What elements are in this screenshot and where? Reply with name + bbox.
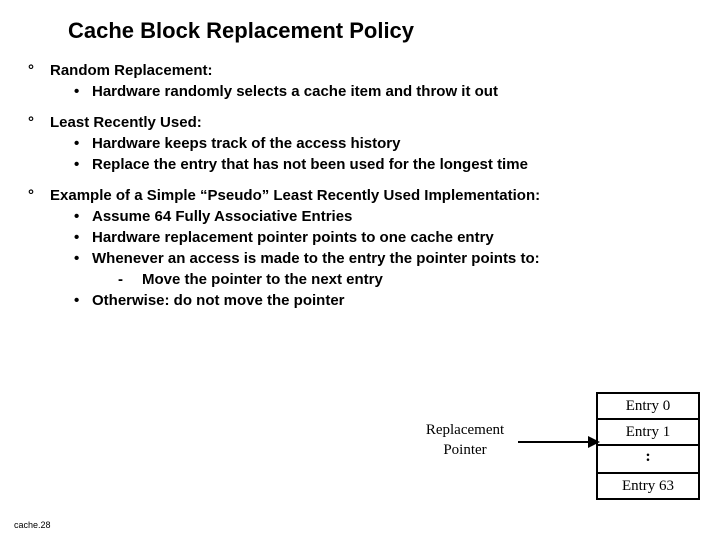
degree-icon: ° [28,62,50,79]
sub-sub-item: - Move the pointer to the next entry [118,271,692,288]
degree-icon: ° [28,114,50,131]
sub-item-text: Whenever an access is made to the entry … [92,250,540,267]
sub-item: • Hardware randomly selects a cache item… [74,83,692,100]
bullet-random-head: Random Replacement: [50,62,213,79]
pointer-diagram: Replacement Pointer Entry 0 Entry 1 : En… [370,392,700,512]
arrow-icon [518,430,600,454]
sub-item: • Whenever an access is made to the entr… [74,250,692,267]
degree-icon: ° [28,187,50,204]
bullet-dot-icon: • [74,135,92,152]
entry-table: Entry 0 Entry 1 : Entry 63 [596,392,700,500]
sub-item-text: Hardware randomly selects a cache item a… [92,83,498,100]
bullet-dot-icon: • [74,156,92,173]
sub-item-text: Hardware replacement pointer points to o… [92,229,494,246]
dash-icon: - [118,271,142,288]
bullet-dot-icon: • [74,229,92,246]
sub-item-text: Otherwise: do not move the pointer [92,292,345,309]
bullet-dot-icon: • [74,83,92,100]
bullet-lru-head: Least Recently Used: [50,114,202,131]
sub-sub-text: Move the pointer to the next entry [142,271,383,288]
slide-footer: cache.28 [14,520,51,530]
sub-item-text: Assume 64 Fully Associative Entries [92,208,352,225]
bullet-dot-icon: • [74,208,92,225]
sub-item: • Hardware replacement pointer points to… [74,229,692,246]
sub-item: • Replace the entry that has not been us… [74,156,692,173]
entry-cell-1: Entry 1 [598,420,698,446]
sub-item-text: Hardware keeps track of the access histo… [92,135,400,152]
bullet-dot-icon: • [74,250,92,267]
bullet-lru: ° Least Recently Used: [28,114,692,131]
slide-title: Cache Block Replacement Policy [68,18,692,44]
sub-item: • Hardware keeps track of the access his… [74,135,692,152]
bullet-random: ° Random Replacement: [28,62,692,79]
entry-cell-0: Entry 0 [598,394,698,420]
sub-item: • Otherwise: do not move the pointer [74,292,692,309]
entry-cell-colon: : [598,446,698,474]
bullet-pseudo-head: Example of a Simple “Pseudo” Least Recen… [50,187,540,204]
rp-line1: Replacement [426,422,504,438]
sub-item-text: Replace the entry that has not been used… [92,156,528,173]
bullet-pseudo: ° Example of a Simple “Pseudo” Least Rec… [28,187,692,204]
replacement-pointer-label: Replacement Pointer [410,420,520,460]
bullet-dot-icon: • [74,292,92,309]
rp-line2: Pointer [443,442,486,458]
entry-cell-63: Entry 63 [598,474,698,498]
sub-item: • Assume 64 Fully Associative Entries [74,208,692,225]
